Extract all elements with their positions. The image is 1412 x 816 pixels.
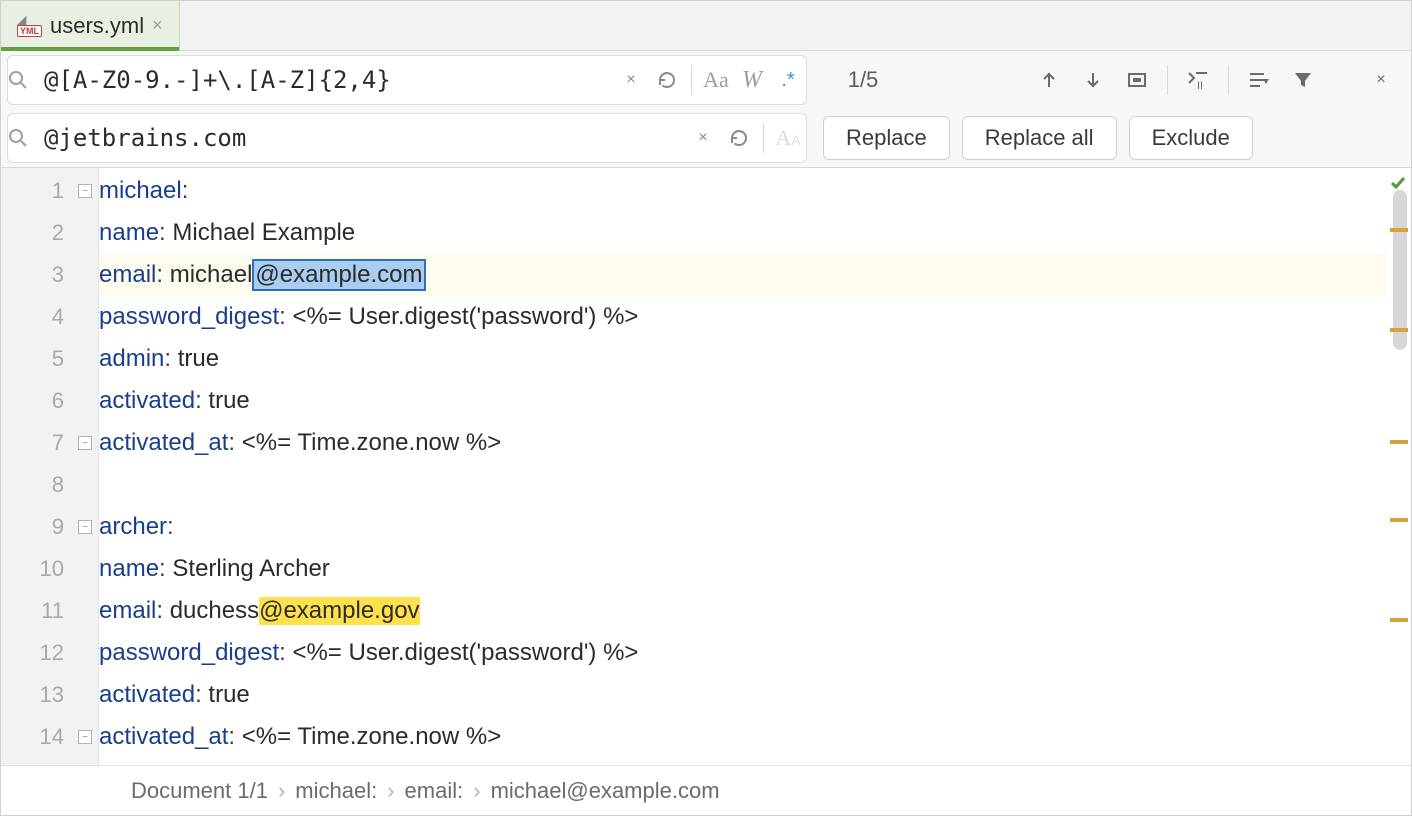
line-number: 11 bbox=[41, 598, 64, 624]
line-number: 4 bbox=[52, 304, 64, 330]
filter-icon[interactable] bbox=[1283, 60, 1323, 100]
match-marker[interactable] bbox=[1390, 440, 1408, 444]
line-number: 6 bbox=[52, 388, 64, 414]
match-marker[interactable] bbox=[1390, 328, 1408, 332]
line-number: 13 bbox=[40, 682, 64, 708]
find-input[interactable] bbox=[44, 66, 613, 94]
chevron-right-icon: › bbox=[278, 778, 285, 804]
breadcrumb-item[interactable]: email: bbox=[405, 778, 464, 804]
current-line: email: michael@example.com bbox=[99, 254, 1387, 296]
error-stripe[interactable] bbox=[1387, 168, 1411, 765]
line-number: 14 bbox=[40, 724, 64, 750]
multiline-toggle-icon[interactable]: II bbox=[1178, 60, 1218, 100]
replace-field-container: × AA bbox=[7, 113, 807, 163]
breadcrumb-item[interactable]: michael@example.com bbox=[491, 778, 720, 804]
fold-icon[interactable]: − bbox=[78, 184, 92, 198]
line-number: 10 bbox=[40, 556, 64, 582]
match-marker[interactable] bbox=[1390, 618, 1408, 622]
chevron-right-icon: › bbox=[473, 778, 480, 804]
replace-history-icon[interactable] bbox=[721, 120, 757, 156]
svg-text:II: II bbox=[1197, 80, 1203, 91]
match-case-toggle[interactable]: Aa bbox=[698, 67, 734, 93]
fold-end-icon[interactable]: − bbox=[78, 730, 92, 744]
line-number: 1 bbox=[52, 178, 64, 204]
match-counter: 1/5 bbox=[823, 67, 903, 93]
search-settings-icon[interactable] bbox=[1239, 60, 1279, 100]
yaml-file-icon: ◢YML bbox=[17, 15, 42, 37]
file-tab[interactable]: ◢YML users.yml × bbox=[1, 0, 180, 50]
code-area[interactable]: michael: name: Michael Example email: mi… bbox=[99, 168, 1387, 765]
match-marker[interactable] bbox=[1390, 518, 1408, 522]
replace-icon bbox=[8, 128, 44, 148]
search-match-highlight: @example.gov bbox=[259, 597, 419, 625]
exclude-button[interactable]: Exclude bbox=[1129, 116, 1253, 160]
editor[interactable]: 1− 2 3 4 5 6 7− 8 9− 10 11 12 13 14− mic… bbox=[1, 168, 1411, 765]
clear-replace-icon[interactable]: × bbox=[685, 120, 721, 156]
replace-input[interactable] bbox=[44, 124, 685, 152]
breadcrumbs-bar: Document 1/1 › michael: › email: › micha… bbox=[1, 765, 1411, 815]
next-match-icon[interactable] bbox=[1073, 60, 1113, 100]
replace-button[interactable]: Replace bbox=[823, 116, 950, 160]
line-number: 5 bbox=[52, 346, 64, 372]
search-current-match: @example.com bbox=[252, 259, 425, 291]
line-number-gutter: 1− 2 3 4 5 6 7− 8 9− 10 11 12 13 14− bbox=[1, 168, 99, 765]
breadcrumb-item[interactable]: michael: bbox=[295, 778, 377, 804]
clear-find-icon[interactable]: × bbox=[613, 62, 649, 98]
close-tab-icon[interactable]: × bbox=[152, 15, 163, 36]
whole-words-toggle[interactable]: W bbox=[734, 67, 770, 94]
select-all-occurrences-icon[interactable] bbox=[1117, 60, 1157, 100]
line-number: 9 bbox=[52, 514, 64, 540]
tab-bar: ◢YML users.yml × bbox=[1, 1, 1411, 51]
chevron-right-icon: › bbox=[387, 778, 394, 804]
fold-end-icon[interactable]: − bbox=[78, 436, 92, 450]
breadcrumb-doc[interactable]: Document 1/1 bbox=[131, 778, 268, 804]
line-number: 12 bbox=[40, 640, 64, 666]
line-number: 2 bbox=[52, 220, 64, 246]
tab-filename: users.yml bbox=[50, 13, 144, 39]
match-marker[interactable] bbox=[1390, 228, 1408, 232]
line-number: 3 bbox=[52, 262, 64, 288]
line-number: 8 bbox=[52, 472, 64, 498]
replace-all-button[interactable]: Replace all bbox=[962, 116, 1117, 160]
search-icon bbox=[8, 70, 44, 90]
find-replace-panel: × Aa W .* 1/5 II × bbox=[1, 51, 1411, 168]
preserve-case-toggle[interactable]: AA bbox=[770, 125, 806, 151]
find-history-icon[interactable] bbox=[649, 62, 685, 98]
line-number: 7 bbox=[52, 430, 64, 456]
fold-icon[interactable]: − bbox=[78, 520, 92, 534]
find-field-container: × Aa W .* bbox=[7, 55, 807, 105]
prev-match-icon[interactable] bbox=[1029, 60, 1069, 100]
regex-toggle[interactable]: .* bbox=[770, 69, 806, 92]
close-search-icon[interactable]: × bbox=[1361, 60, 1401, 100]
scrollbar-thumb[interactable] bbox=[1393, 190, 1407, 350]
